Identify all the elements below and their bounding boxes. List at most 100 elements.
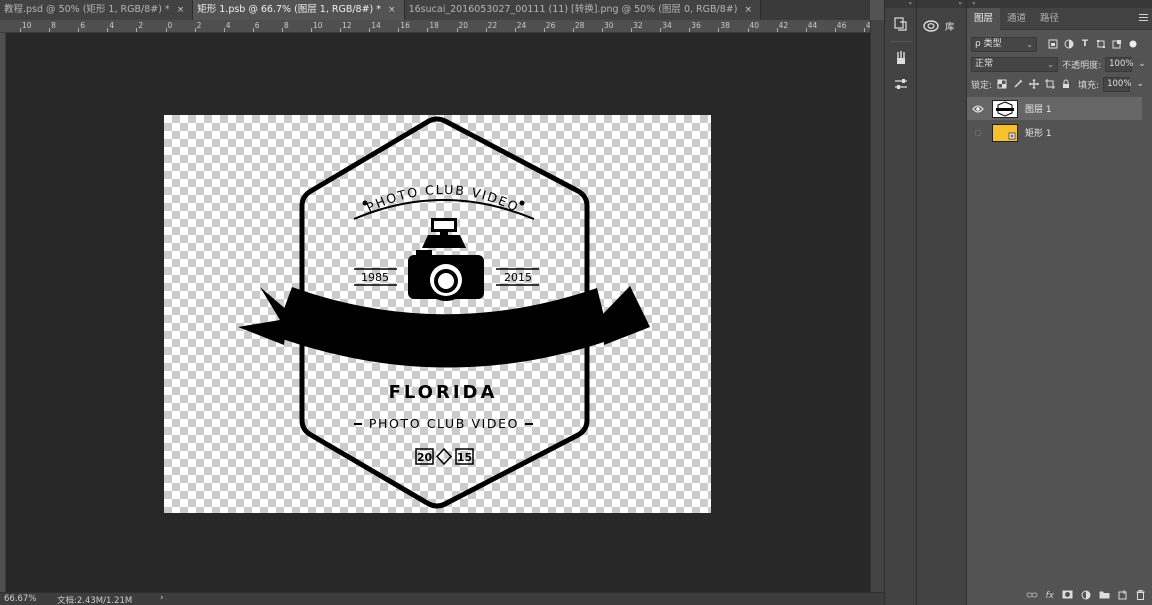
fill-dropdown-icon[interactable]: ⌄ xyxy=(1134,78,1146,90)
tab-paths[interactable]: 路径 xyxy=(1033,8,1066,30)
ruler-number: 2 xyxy=(138,21,144,30)
ruler-number: 30 xyxy=(604,21,614,30)
year-left: 1985 xyxy=(361,271,389,284)
filter-label: 类型 xyxy=(983,38,1002,49)
document-canvas[interactable]: PHOTO CLUB VIDEO 1985 2015 FLORIDA PHOTO… xyxy=(164,115,711,513)
badge-subtitle: PHOTO CLUB VIDEO xyxy=(369,416,519,431)
ruler-number: 12 xyxy=(342,21,352,30)
adjustments-icon[interactable] xyxy=(890,74,912,96)
status-bar: 66.67% 文档:2.43M/1.21M › xyxy=(0,592,884,605)
collapse-icon[interactable]: « xyxy=(917,0,966,8)
panel-menu-icon[interactable] xyxy=(1139,14,1148,23)
ruler-number: 2 xyxy=(196,21,202,30)
filter-adjustment-icon[interactable] xyxy=(1063,38,1075,50)
new-adjustment-icon[interactable] xyxy=(1081,590,1091,603)
visibility-hidden-icon[interactable] xyxy=(967,121,989,144)
panel-icon-strip: « xyxy=(884,0,916,605)
badge-artwork: PHOTO CLUB VIDEO 1985 2015 FLORIDA PHOTO… xyxy=(238,116,650,509)
library-panel-strip: « 库 xyxy=(916,0,966,605)
tab-label: 教程.psd @ 50% (矩形 1, RGB/8#) * xyxy=(4,4,170,15)
vertical-scrollbar[interactable] xyxy=(870,20,884,592)
layer-row-rect-1[interactable]: 矩形 1 xyxy=(967,121,1142,144)
trash-icon[interactable] xyxy=(1136,589,1145,603)
camera-icon xyxy=(408,218,484,301)
filter-type-icon[interactable]: T xyxy=(1079,38,1091,50)
lock-artboard-icon[interactable] xyxy=(1044,78,1056,90)
new-layer-icon[interactable] xyxy=(1118,589,1128,603)
ruler-number: 18 xyxy=(429,21,439,30)
ruler-number: 24 xyxy=(516,21,527,30)
lock-all-icon[interactable] xyxy=(1060,78,1072,90)
tab-label: 16sucai_2016053027_00111 (11) [转换].png @… xyxy=(408,4,738,15)
filter-pixel-icon[interactable] xyxy=(1047,38,1059,50)
tab-channels[interactable]: 通道 xyxy=(1000,8,1033,30)
close-icon[interactable]: × xyxy=(177,0,185,20)
brush-settings-icon[interactable] xyxy=(890,47,912,69)
blend-mode-select[interactable]: 正常 ⌄ xyxy=(971,56,1059,72)
chevron-down-icon: ⌄ xyxy=(1026,39,1033,49)
ruler-number: 14 xyxy=(371,21,381,30)
ruler-number: 34 xyxy=(662,21,672,30)
opacity-label: 不透明度: xyxy=(1062,60,1102,71)
tab-layers[interactable]: 图层 xyxy=(967,8,1001,30)
year-part-b: 15 xyxy=(457,451,472,464)
layers-panel: « 图层 通道 路径 ρ 类型 ⌄ T 正常 ⌄ 不透明度: 100% ⌄ 锁定… xyxy=(966,0,1152,605)
layer-style-icon[interactable]: fx xyxy=(1046,591,1055,601)
ruler-number: 10 xyxy=(313,21,323,30)
filter-toggle-icon[interactable] xyxy=(1127,38,1139,50)
close-icon[interactable]: × xyxy=(744,0,752,20)
ruler-number: 42 xyxy=(778,21,789,30)
horizontal-ruler[interactable]: 10 8 6 4 2 0 2 4 6 8 10 12 14 16 18 20 22 24 26 28 30 32 34 36 3… xyxy=(0,20,870,33)
document-size: 文档:2.43M/1.21M xyxy=(57,596,133,605)
dot-left xyxy=(362,200,368,206)
link-layers-icon[interactable] xyxy=(1026,591,1038,602)
lock-image-icon[interactable] xyxy=(1012,78,1024,90)
opacity-input[interactable]: 100% xyxy=(1105,56,1133,72)
layer-row-layer-1[interactable]: 图层 1 xyxy=(967,97,1142,120)
canvas-area[interactable]: PHOTO CLUB VIDEO 1985 2015 FLORIDA PHOTO… xyxy=(6,33,870,592)
year-right: 2015 xyxy=(504,271,532,284)
ruler-number: 4 xyxy=(225,21,231,30)
layer-filter-select[interactable]: ρ 类型 ⌄ xyxy=(971,36,1037,52)
blend-opacity-row: 正常 ⌄ 不透明度: 100% ⌄ xyxy=(967,54,1152,74)
document-tab-png[interactable]: 16sucai_2016053027_00111 (11) [转换].png @… xyxy=(404,0,761,20)
close-icon[interactable]: × xyxy=(388,0,396,20)
ruler-number: 8 xyxy=(51,21,56,30)
lock-transparent-icon[interactable] xyxy=(996,78,1008,90)
filter-smart-object-icon[interactable] xyxy=(1111,38,1123,50)
zoom-level[interactable]: 66.67% xyxy=(4,594,36,604)
ruler-number: 28 xyxy=(574,21,585,30)
filter-shape-icon[interactable] xyxy=(1095,38,1107,50)
visibility-eye-icon[interactable] xyxy=(967,97,989,120)
opacity-dropdown-icon[interactable]: ⌄ xyxy=(1136,58,1148,70)
document-tab-rect-psb[interactable]: 矩形 1.psb @ 66.7% (图层 1, RGB/8#) * × xyxy=(193,0,405,20)
fill-input[interactable]: 100% xyxy=(1103,76,1131,92)
blend-mode-value: 正常 xyxy=(975,58,994,69)
search-icon: ρ xyxy=(975,38,981,49)
chevron-down-icon: ⌄ xyxy=(1047,59,1055,69)
ruler-number: 26 xyxy=(545,21,556,30)
add-mask-icon[interactable] xyxy=(1062,590,1073,602)
layer-thumbnail xyxy=(992,99,1018,118)
library-button[interactable]: 库 xyxy=(917,15,966,37)
history-icon[interactable] xyxy=(890,13,912,35)
ruler-number: 36 xyxy=(691,21,701,30)
document-tab-bar: 教程.psd @ 50% (矩形 1, RGB/8#) * × 矩形 1.psb… xyxy=(0,0,870,20)
badge-top-text: PHOTO CLUB VIDEO xyxy=(364,182,522,215)
ruler-number: 4 xyxy=(109,21,115,30)
new-group-icon[interactable] xyxy=(1099,590,1110,602)
status-menu-arrow[interactable]: › xyxy=(160,593,164,603)
ruler-number: 38 xyxy=(720,21,730,30)
ruler-number: 40 xyxy=(749,21,760,30)
library-label: 库 xyxy=(945,22,955,33)
ruler-number: 0 xyxy=(167,21,173,30)
layer-name[interactable]: 矩形 1 xyxy=(1025,126,1052,139)
document-tab-tutorial[interactable]: 教程.psd @ 50% (矩形 1, RGB/8#) * × xyxy=(0,0,194,20)
ruler-number: 10 xyxy=(22,21,32,30)
collapse-icon[interactable]: « xyxy=(967,0,1152,8)
collapse-icon[interactable]: « xyxy=(885,0,916,8)
lock-position-icon[interactable] xyxy=(1028,78,1040,90)
lock-label: 锁定: xyxy=(971,80,993,91)
ruler-number: 20 xyxy=(458,21,469,30)
layer-name[interactable]: 图层 1 xyxy=(1025,102,1052,115)
